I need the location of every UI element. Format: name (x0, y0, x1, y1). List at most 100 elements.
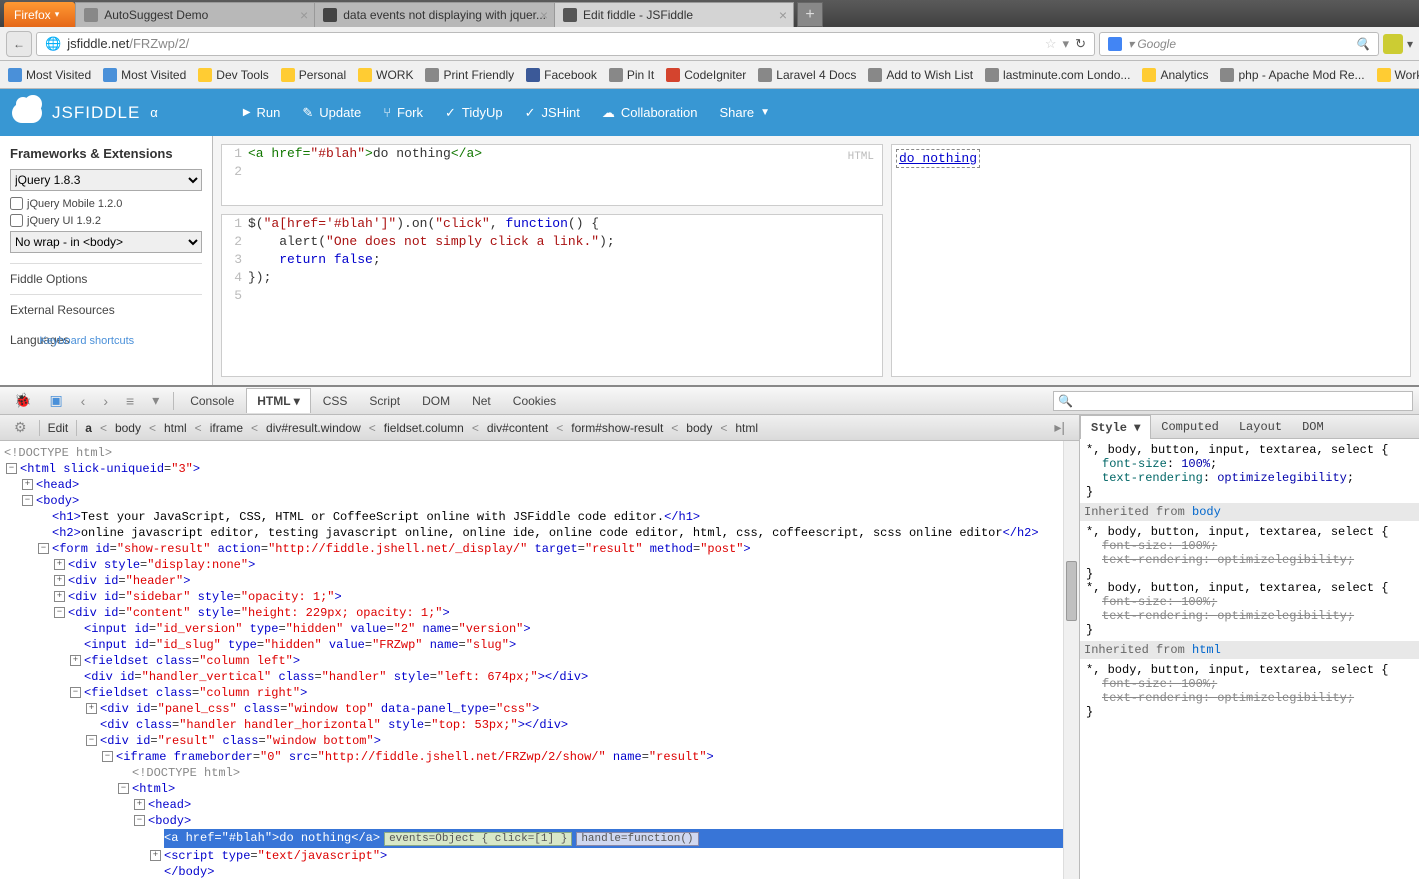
bookmark-item[interactable]: Print Friendly (425, 68, 514, 82)
body-node[interactable]: −<body> <h1>Test your JavaScript, CSS, H… (20, 493, 1075, 879)
search-input[interactable]: ▾ Google 🔍 (1099, 32, 1379, 56)
firebug-search-input[interactable]: 🔍 (1053, 391, 1413, 411)
expand-icon[interactable]: + (54, 591, 65, 602)
h1-node[interactable]: <h1>Test your JavaScript, CSS, HTML or C… (36, 509, 1075, 525)
tab-css[interactable]: CSS (313, 389, 358, 413)
collapse-icon[interactable]: − (134, 815, 145, 826)
input-node[interactable]: <input id="id_version" type="hidden" val… (68, 621, 1075, 637)
new-tab-button[interactable]: + (797, 2, 823, 27)
script-node[interactable]: +<script type="text/javascript"> (148, 848, 1075, 864)
breadcrumb[interactable]: div#result.window (262, 421, 365, 435)
nav-back-icon[interactable]: ‹ (73, 389, 94, 413)
head-node[interactable]: +<head> (20, 477, 1075, 493)
inspect-icon[interactable]: ▣ (41, 388, 70, 413)
div-node[interactable]: <div class="handler handler_horizontal" … (84, 717, 1075, 733)
tab-cookies[interactable]: Cookies (503, 389, 566, 413)
close-icon[interactable]: × (300, 7, 308, 23)
form-node[interactable]: −<form id="show-result" action="http://f… (36, 541, 1075, 879)
languages-section[interactable]: LanguagesKeyboard shortcuts (10, 325, 202, 351)
share-button[interactable]: Share▼ (719, 105, 770, 121)
div-result-node[interactable]: −<div id="result" class="window bottom">… (84, 733, 1075, 879)
scrollbar-thumb[interactable] (1066, 561, 1077, 621)
close-icon[interactable]: × (540, 7, 548, 23)
scrollbar[interactable] (1063, 441, 1079, 879)
browser-tab-active[interactable]: Edit fiddle - JSFiddle× (554, 2, 794, 27)
html-node[interactable]: −<html slick-uniqueid="3"> +<head> −<bod… (4, 461, 1075, 879)
collapse-icon[interactable]: − (102, 751, 113, 762)
bookmark-item[interactable]: lastminute.com Londo... (985, 68, 1130, 82)
lines-icon[interactable]: ≡ (118, 389, 142, 413)
tab-dom[interactable]: DOM (1292, 416, 1334, 438)
expand-icon[interactable]: + (150, 850, 161, 861)
wrap-select[interactable]: No wrap - in <body> (10, 231, 202, 253)
firebug-icon[interactable]: 🐞 (6, 388, 39, 413)
expand-icon[interactable]: ▸| (1046, 415, 1073, 440)
firefox-menu-button[interactable]: Firefox (4, 2, 75, 27)
div-content-node[interactable]: −<div id="content" style="height: 229px;… (52, 605, 1075, 879)
browser-tab[interactable]: AutoSuggest Demo× (75, 2, 315, 27)
input-node[interactable]: <input id="id_slug" type="hidden" value=… (68, 637, 1075, 653)
bookmark-item[interactable]: Add to Wish List (868, 68, 973, 82)
ext-checkbox-2[interactable]: jQuery UI 1.9.2 (10, 214, 202, 227)
tab-layout[interactable]: Layout (1229, 416, 1292, 438)
run-button[interactable]: ▶Run (243, 105, 281, 121)
breadcrumb[interactable]: fieldset.column (380, 421, 468, 435)
collapse-icon[interactable]: − (6, 463, 17, 474)
fiddle-options-section[interactable]: Fiddle Options (10, 263, 202, 290)
expand-icon[interactable]: + (54, 575, 65, 586)
expand-icon[interactable]: + (70, 655, 81, 666)
div-node[interactable]: +<div style="display:none"> (52, 557, 1075, 573)
collapse-icon[interactable]: − (70, 687, 81, 698)
bookmark-star-icon[interactable]: ☆ (1045, 36, 1057, 52)
html-node[interactable]: −<html> +<head> −<body> <a href="#blah">… (116, 781, 1075, 879)
bookmark-item[interactable]: Pin It (609, 68, 654, 82)
update-button[interactable]: ✎Update (302, 105, 361, 121)
div-node[interactable]: +<div id="header"> (52, 573, 1075, 589)
firebug-html-tree[interactable]: <!DOCTYPE html> −<html slick-uniqueid="3… (0, 441, 1079, 879)
fork-button[interactable]: ⑂Fork (383, 105, 423, 121)
head-node[interactable]: +<head> (132, 797, 1075, 813)
addon-icon[interactable] (1383, 34, 1403, 54)
bookmark-item[interactable]: Work (1377, 68, 1419, 82)
jshint-button[interactable]: ✓JSHint (525, 105, 580, 121)
js-panel[interactable]: 1$("a[href='#blah']").on("click", functi… (221, 214, 883, 377)
browser-tab[interactable]: data events not displaying with jquer...… (314, 2, 555, 27)
checkbox[interactable] (10, 197, 23, 210)
body-link[interactable]: body (1192, 505, 1221, 519)
tab-net[interactable]: Net (462, 389, 501, 413)
kbd-shortcuts-link[interactable]: Keyboard shortcuts (39, 329, 134, 347)
h2-node[interactable]: <h2>online javascript editor, testing ja… (36, 525, 1075, 541)
bookmark-item[interactable]: Personal (281, 68, 346, 82)
external-resources-section[interactable]: External Resources (10, 294, 202, 321)
breadcrumb[interactable]: iframe (206, 421, 247, 435)
expand-icon[interactable]: + (22, 479, 33, 490)
breadcrumb[interactable]: body (111, 421, 145, 435)
collapse-icon[interactable]: − (118, 783, 129, 794)
reload-icon[interactable]: ↻ (1075, 36, 1086, 52)
bookmark-item[interactable]: Most Visited (103, 68, 186, 82)
tidyup-button[interactable]: ✓TidyUp (445, 105, 503, 121)
expand-icon[interactable]: + (86, 703, 97, 714)
handle-badge[interactable]: handle=function() (576, 832, 698, 846)
html-panel[interactable]: HTML 1<a href="#blah">do nothing</a> 2 (221, 144, 883, 206)
breadcrumb[interactable]: form#show-result (567, 421, 667, 435)
html-link[interactable]: html (1192, 643, 1221, 657)
bookmark-item[interactable]: php - Apache Mod Re... (1220, 68, 1364, 82)
css-rules[interactable]: *, body, button, input, textarea, select… (1080, 439, 1419, 879)
bookmark-item[interactable]: Dev Tools (198, 68, 268, 82)
dropdown-icon[interactable]: ▾ (144, 388, 167, 413)
search-icon[interactable]: 🔍 (1355, 37, 1370, 51)
iframe-node[interactable]: −<iframe frameborder="0" src="http://fid… (100, 749, 1075, 879)
checkbox[interactable] (10, 214, 23, 227)
jsfiddle-logo[interactable]: JSFIDDLE α (12, 103, 159, 123)
bookmark-item[interactable]: Analytics (1142, 68, 1208, 82)
breadcrumb[interactable]: a (81, 421, 96, 435)
tab-style[interactable]: Style ▾ (1080, 415, 1151, 439)
url-input[interactable]: 🌐 jsfiddle.net/FRZwp/2/ ☆ ▾ ↻ (36, 32, 1095, 56)
back-button[interactable]: ← (6, 31, 32, 57)
events-badge[interactable]: events=Object { click=[1] } (384, 832, 572, 846)
tab-computed[interactable]: Computed (1151, 416, 1229, 438)
selected-anchor-node[interactable]: <a href="#blah">do nothing</a>events=Obj… (148, 829, 1075, 848)
dropdown-icon[interactable]: ▾ (1063, 36, 1070, 52)
bookmark-item[interactable]: Facebook (526, 68, 597, 82)
